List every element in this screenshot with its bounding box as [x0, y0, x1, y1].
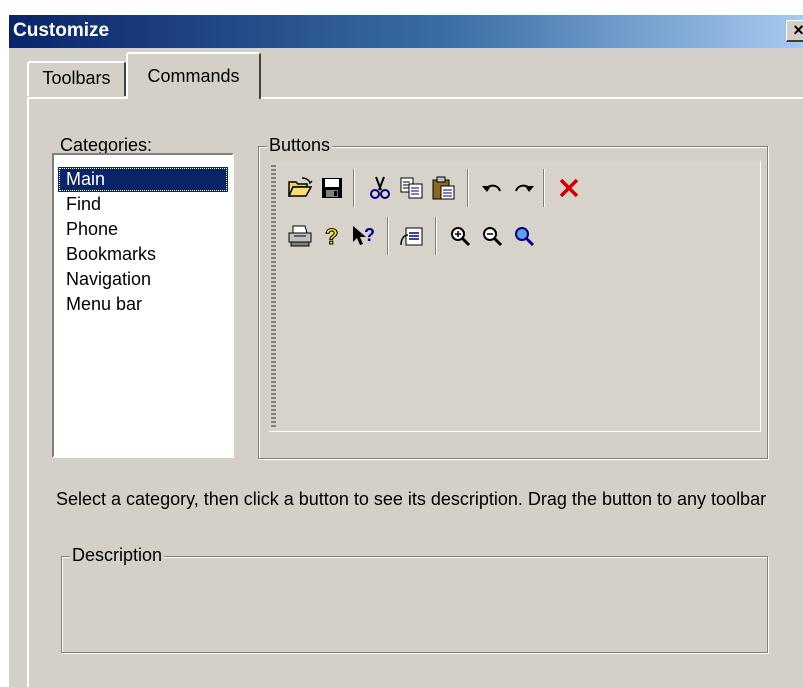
tab-toolbars-label: Toolbars — [42, 68, 111, 88]
toolbar-separator — [467, 169, 468, 207]
toolbar-separator — [387, 217, 388, 255]
print-icon[interactable] — [285, 221, 315, 251]
description-group-label: Description — [70, 545, 165, 566]
window-title: Customize — [13, 20, 110, 41]
title-bar[interactable]: Customize × — [9, 15, 803, 48]
zoom-icon[interactable] — [509, 221, 539, 251]
category-item-menu-bar[interactable]: Menu bar — [58, 292, 228, 317]
category-item-find[interactable]: Find — [58, 192, 228, 217]
save-icon[interactable] — [317, 173, 347, 203]
context-help-icon[interactable]: ? — [349, 221, 379, 251]
tab-commands-label: Commands — [147, 66, 240, 86]
properties-icon[interactable] — [397, 221, 427, 251]
category-item-main[interactable]: Main — [58, 167, 228, 192]
buttons-group-label: Buttons — [267, 135, 333, 156]
zoom-out-icon[interactable] — [477, 221, 507, 251]
help-icon[interactable]: ? — [317, 221, 347, 251]
toolbar-separator — [543, 169, 544, 207]
svg-text:?: ? — [325, 224, 338, 248]
tab-commands[interactable]: Commands — [126, 52, 261, 99]
redo-icon[interactable] — [509, 173, 539, 203]
paste-icon[interactable] — [429, 173, 459, 203]
delete-icon[interactable] — [554, 173, 584, 203]
description-groupbox: Description — [61, 545, 768, 653]
undo-icon[interactable] — [477, 173, 507, 203]
close-button[interactable]: × — [786, 20, 803, 42]
category-item-phone[interactable]: Phone — [58, 217, 228, 242]
toolbar-grip[interactable] — [271, 165, 276, 429]
svg-text:?: ? — [364, 225, 375, 245]
toolbar-separator — [435, 217, 436, 255]
instructions-text: Select a category, then click a button t… — [56, 489, 767, 509]
toolbar-separator — [353, 169, 354, 207]
categories-listbox[interactable]: Main Find Phone Bookmarks Navigation Men… — [52, 153, 234, 458]
zoom-in-icon[interactable] — [445, 221, 475, 251]
copy-icon[interactable] — [397, 173, 427, 203]
cut-icon[interactable] — [365, 173, 395, 203]
category-item-navigation[interactable]: Navigation — [58, 267, 228, 292]
open-folder-icon[interactable] — [285, 173, 315, 203]
tab-toolbars[interactable]: Toolbars — [27, 61, 126, 96]
buttons-palette: ? ? — [269, 161, 761, 432]
category-item-bookmarks[interactable]: Bookmarks — [58, 242, 228, 267]
